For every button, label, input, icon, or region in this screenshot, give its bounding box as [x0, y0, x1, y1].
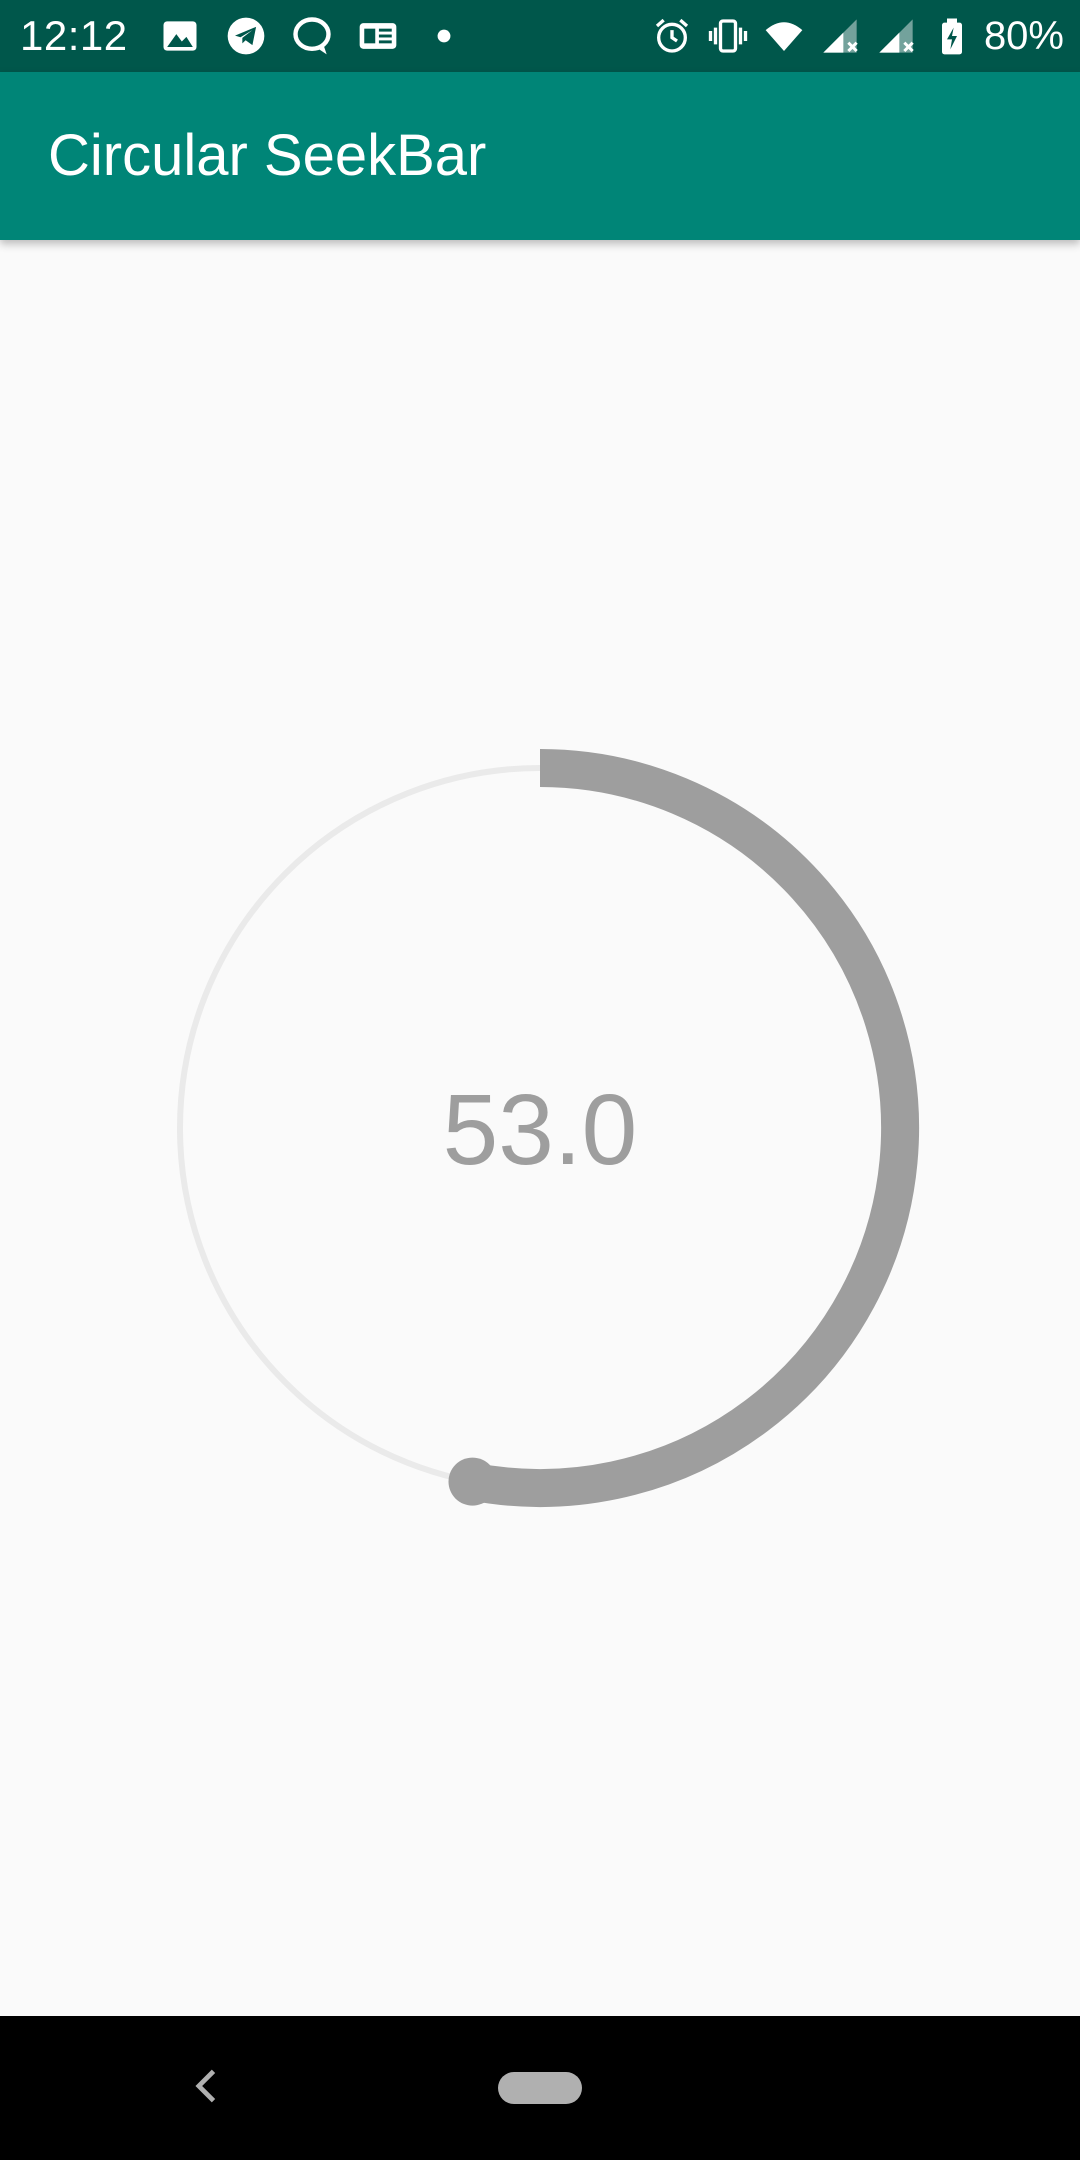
system-status-icons: 80%: [636, 12, 1064, 60]
news-icon: [359, 23, 397, 49]
circular-seekbar[interactable]: 53.0: [0, 240, 1080, 2016]
home-pill-icon[interactable]: [498, 2072, 582, 2104]
status-bar: 12:12 80%: [0, 0, 1080, 72]
app-title: Circular SeekBar: [48, 123, 487, 188]
back-icon[interactable]: [186, 2064, 230, 2108]
status-time: 12:12: [20, 12, 128, 59]
seekbar-thumb[interactable]: [448, 1457, 497, 1506]
signal-icon: [823, 19, 858, 53]
battery-percent: 80%: [983, 14, 1064, 58]
image-icon: [163, 21, 197, 51]
notification-icons: [158, 14, 488, 58]
seekbar-value: 53.0: [442, 1074, 638, 1186]
telegram-icon: [227, 17, 265, 55]
chat-bubble-icon: [293, 17, 331, 55]
battery-charging-icon: [941, 18, 962, 55]
wifi-icon: [765, 22, 803, 51]
navigation-bar: [0, 2016, 1080, 2160]
dot-icon: [437, 29, 451, 43]
vibrate-icon: [708, 19, 748, 53]
app-bar: Circular SeekBar: [0, 72, 1080, 240]
signal-icon: [879, 19, 914, 53]
alarm-icon: [655, 18, 689, 53]
